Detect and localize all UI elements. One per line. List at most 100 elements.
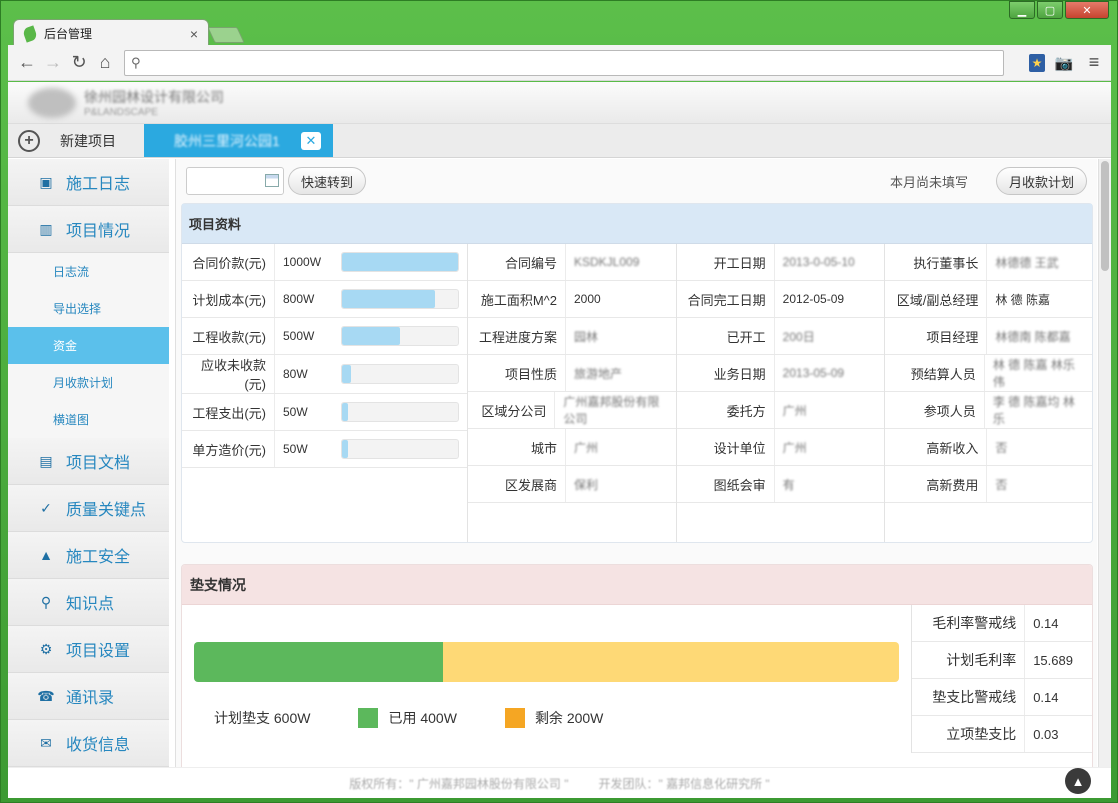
advance-plan-label: 计划垫支 600W xyxy=(214,710,311,726)
metric-value: 0.14 xyxy=(1033,689,1059,705)
goto-button[interactable]: 快速转到 xyxy=(288,167,367,195)
new-tab-button[interactable] xyxy=(207,27,245,43)
info-label: 委托方 xyxy=(677,392,775,428)
project-info-grid: 合同价款(元) 1000W 计划成本(元) 800W 工程收款(元) 500W 应收未收款(… xyxy=(182,244,1093,542)
sidebar-item-documents[interactable]: ▤ 项目文档 xyxy=(8,438,169,485)
money-column: 合同价款(元) 1000W 计划成本(元) 800W 工程收款(元) 500W 应收未收款(… xyxy=(182,244,468,542)
money-progress-bar xyxy=(341,402,459,422)
search-icon: ⚲ xyxy=(131,54,141,70)
sidebar-item-safety[interactable]: ▲ 施工安全 xyxy=(8,532,169,579)
scrollbar-thumb[interactable] xyxy=(1101,161,1109,271)
money-amount: 80W xyxy=(283,367,308,381)
sidebar-item-delivery[interactable]: ✉ 收货信息 xyxy=(8,720,169,767)
sidebar-subitem-monthly-collection[interactable]: 月收款计划 xyxy=(8,364,169,401)
main-scrollbar[interactable] xyxy=(1098,159,1111,767)
browser-tab[interactable]: 后台管理 × xyxy=(13,19,209,47)
info-row: 城市 广州 xyxy=(468,429,676,466)
month-status-text: 本月尚未填写 xyxy=(889,174,968,190)
back-arrow-icon[interactable]: ← xyxy=(14,50,40,76)
monthly-plan-button[interactable]: 月收款计划 xyxy=(995,167,1087,195)
money-row: 计划成本(元) 800W xyxy=(182,281,467,318)
money-value: 80W xyxy=(275,355,467,393)
info-label: 施工面积M^2 xyxy=(468,281,566,317)
contacts-icon: ☎ xyxy=(37,687,55,704)
close-window-button[interactable]: ✕ xyxy=(1065,1,1109,19)
browser-tab-title: 后台管理 xyxy=(44,27,93,41)
sidebar-item-label: 项目文档 xyxy=(66,455,131,472)
footer-copyright: 版权所有：" 广州嘉邦园林股份有限公司 " xyxy=(349,776,569,791)
close-tab-icon[interactable]: × xyxy=(190,26,198,42)
advance-remaining-segment xyxy=(443,642,899,682)
sidebar-item-quality[interactable]: ✓ 质量关键点 xyxy=(8,485,169,532)
app-header: 徐州园林设计有限公司 P&LANDSCAPE xyxy=(8,82,1111,124)
money-progress-bar xyxy=(341,252,459,272)
sidebar-item-project-status[interactable]: ▥ 项目情况 xyxy=(8,206,169,253)
minimize-button[interactable]: ▁ xyxy=(1009,1,1035,19)
info-value: 广州 xyxy=(574,440,599,455)
advance-panel: 垫支情况 计划垫支 600W 已用 400W 剩余 200W 毛利率警戒线 0.… xyxy=(181,564,1093,767)
maximize-button[interactable]: ▢ xyxy=(1037,1,1063,19)
sidebar-subitem-log-stream[interactable]: 日志流 xyxy=(8,253,169,290)
info-label: 区发展商 xyxy=(468,466,566,502)
sidebar: ▣ 施工日志 ▥ 项目情况 日志流 导出选择 资金 月收款计划 横道图 ▤ 项目… xyxy=(8,159,169,767)
info-row: 区域分公司 广州嘉邦股份有限公司 xyxy=(468,392,676,429)
info-row: 图纸会审有 xyxy=(676,466,885,503)
back-to-top-button[interactable]: ▲ xyxy=(1065,768,1091,794)
sidebar-subitem-export[interactable]: 导出选择 xyxy=(8,290,169,327)
plus-circle-icon: + xyxy=(18,129,40,152)
advance-title: 垫支情况 xyxy=(182,565,1092,605)
home-icon[interactable]: ⌂ xyxy=(92,50,118,76)
sidebar-subitem-gantt[interactable]: 横道图 xyxy=(8,401,169,438)
sidebar-item-label: 项目设置 xyxy=(66,643,131,660)
money-progress-bar xyxy=(341,439,459,459)
info-row: 业务日期 2013-05-09 xyxy=(676,355,885,392)
info-row: 执行董事长 林德德 王武 xyxy=(885,244,1093,281)
sidebar-item-contacts[interactable]: ☎ 通讯录 xyxy=(8,673,169,720)
info-row: 高新费用否 xyxy=(885,466,1093,503)
info-row: 已开工 200日 xyxy=(676,318,885,355)
metric-value: 0.14 xyxy=(1033,615,1059,631)
main-content: 快速转到 本月尚未填写 月收款计划 项目资料 合同价款(元) 1000W 计划成本(… xyxy=(175,159,1097,767)
sidebar-item-knowledge[interactable]: ⚲ 知识点 xyxy=(8,579,169,626)
browser-tabstrip: 后台管理 × ▁ ▢ ✕ xyxy=(1,1,1117,47)
forward-arrow-icon[interactable]: → xyxy=(40,50,66,76)
info-value: 2012-05-09 xyxy=(782,292,845,306)
advance-legend: 计划垫支 600W 已用 400W 剩余 200W xyxy=(194,708,911,728)
money-row: 单方造价(元) 50W xyxy=(182,431,467,468)
new-project-button[interactable]: + 新建项目 xyxy=(8,124,144,157)
sidebar-item-settings[interactable]: ⚙ 项目设置 xyxy=(8,626,169,673)
camera-icon[interactable]: 📷 xyxy=(1053,52,1075,74)
new-project-label: 新建项目 xyxy=(60,132,116,149)
project-tab-active[interactable]: 胶州三里河公园1 ✕ xyxy=(144,124,333,157)
metric-label: 计划毛利率 xyxy=(912,642,1026,678)
money-progress-bar xyxy=(341,289,459,309)
info-value: 广州 xyxy=(782,440,807,455)
money-amount: 1000W xyxy=(283,255,322,269)
money-row: 工程收款(元) 500W xyxy=(182,318,467,355)
close-project-tab-icon[interactable]: ✕ xyxy=(301,131,321,150)
money-label: 工程收款(元) xyxy=(182,318,275,354)
money-progress-fill xyxy=(342,365,352,383)
calendar-icon[interactable] xyxy=(265,174,279,187)
info-label: 设计单位 xyxy=(677,429,775,465)
menu-icon[interactable]: ≡ xyxy=(1083,52,1105,74)
info-value: 2013-05-09 xyxy=(782,366,845,380)
sidebar-item-label: 质量关键点 xyxy=(66,502,147,519)
info-row: 合同完工日期 2012-05-09 xyxy=(676,281,885,318)
metric-label: 垫支比警戒线 xyxy=(912,679,1026,715)
quality-check-icon: ✓ xyxy=(40,499,52,516)
reload-icon[interactable]: ↻ xyxy=(66,50,92,76)
info-row: 预结算人员林 德 陈嘉 林乐伟 xyxy=(885,355,1093,392)
footer-developer: 开发团队：" 嘉邦信息化研究所 " xyxy=(598,776,770,791)
money-progress-bar xyxy=(341,326,459,346)
sidebar-subitem-funds[interactable]: 资金 xyxy=(8,327,169,364)
date-input[interactable] xyxy=(186,167,284,195)
project-info-title: 项目资料 xyxy=(182,204,1092,244)
money-value: 800W xyxy=(275,281,467,317)
info-row: 开工日期 2013-0-05-10 xyxy=(676,244,885,281)
address-bar[interactable]: ⚲ xyxy=(124,49,1004,76)
metric-value: 0.03 xyxy=(1033,726,1059,742)
company-name-en: P&LANDSCAPE xyxy=(84,107,158,118)
sidebar-item-construction-log[interactable]: ▣ 施工日志 xyxy=(8,159,169,206)
bookmark-star-icon[interactable]: ★ xyxy=(1029,53,1045,72)
